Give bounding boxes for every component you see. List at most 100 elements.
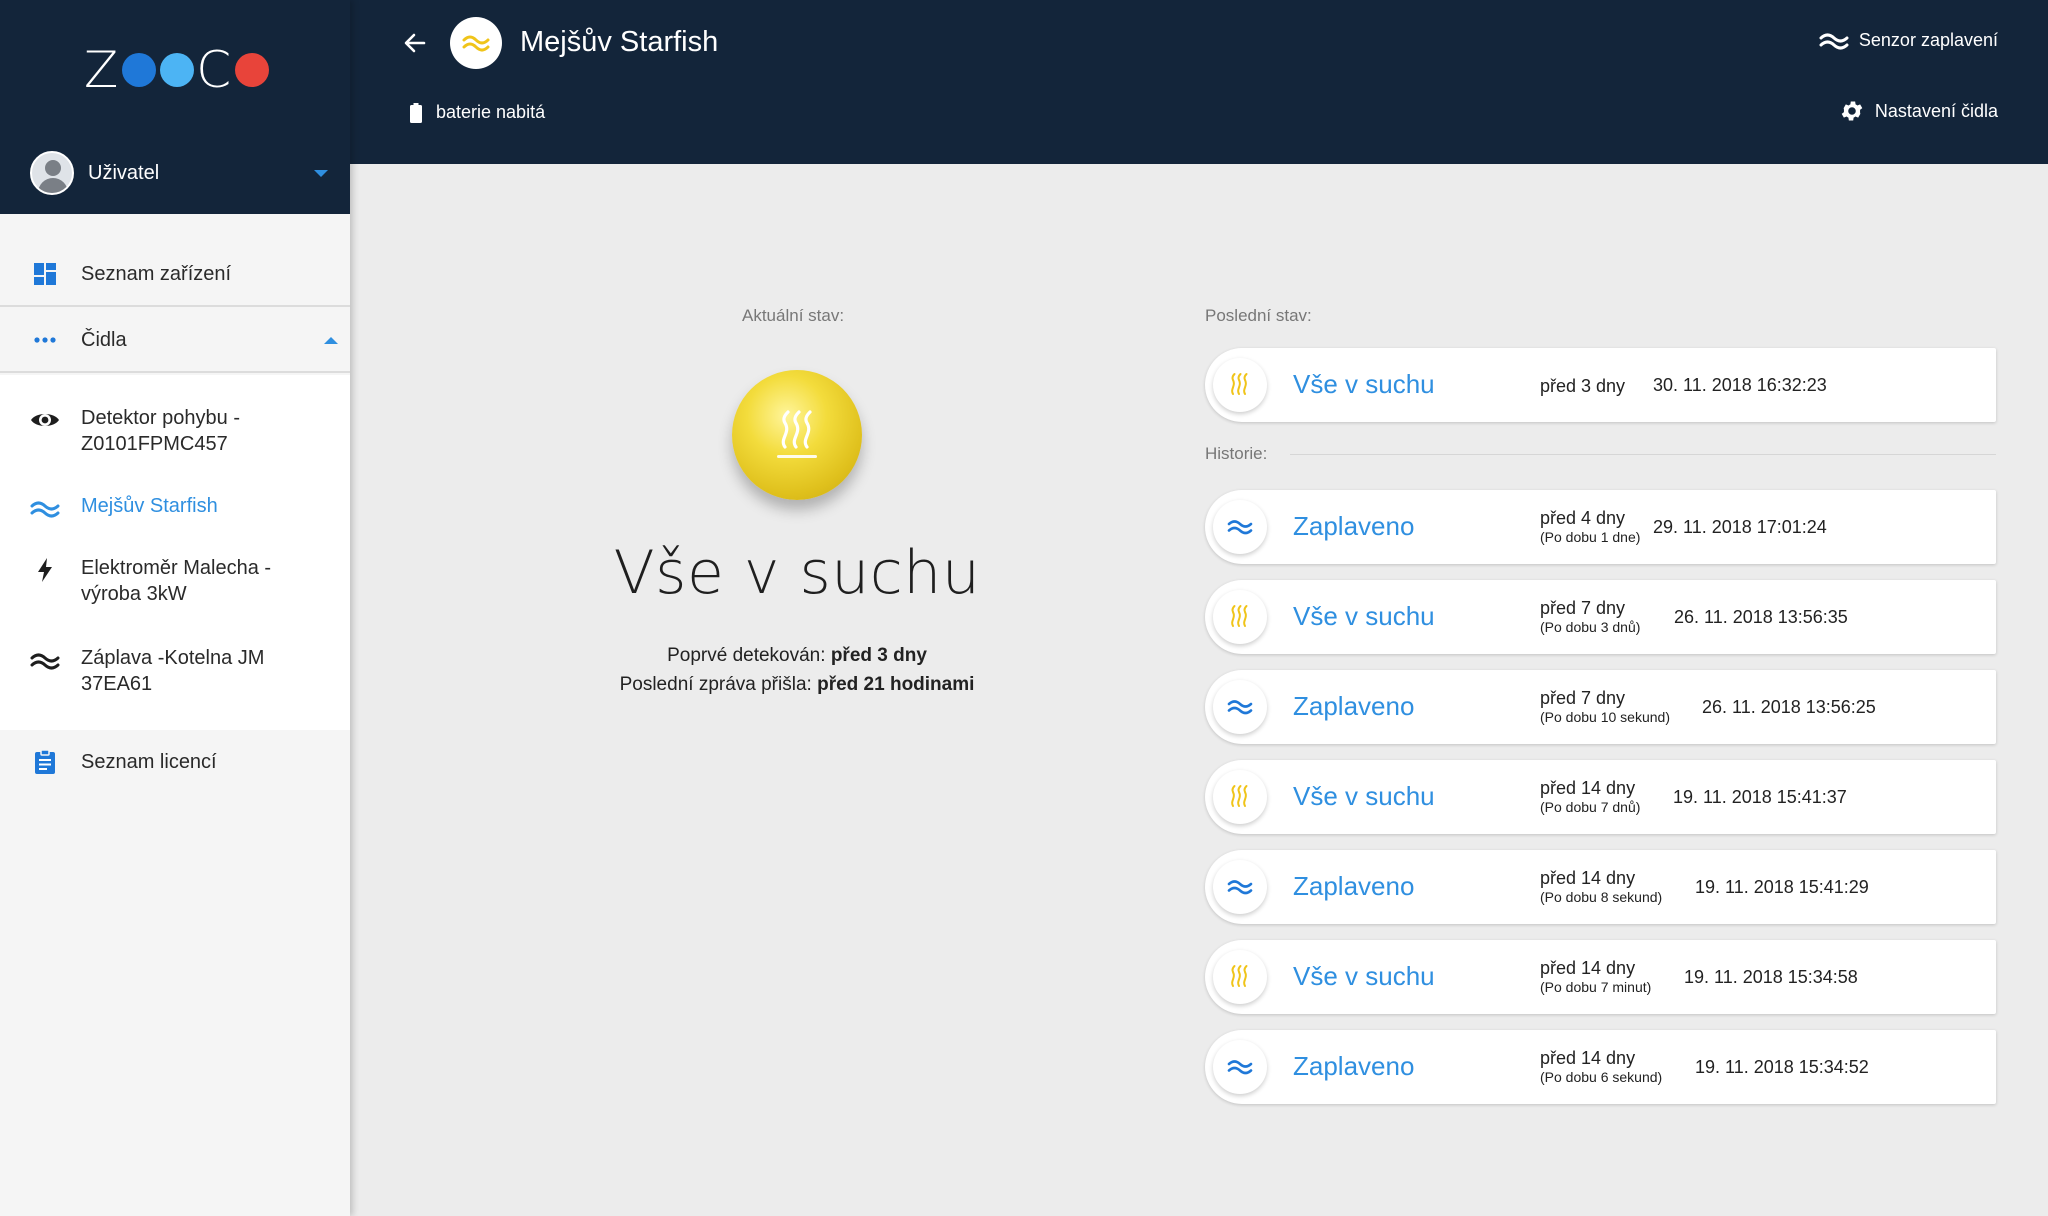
- state-date: 29. 11. 2018 17:01:24: [1653, 517, 1827, 537]
- water-waves-icon: [1227, 1060, 1253, 1075]
- sidebar-item-label: Seznam licencí: [81, 751, 217, 773]
- history-item: Vše v suchu před 14 dny (Po dobu 7 dnů) …: [1205, 760, 1996, 834]
- state-date: 19. 11. 2018 15:34:58: [1684, 967, 1858, 987]
- sidebar-item-devices[interactable]: Seznam zařízení: [0, 243, 350, 307]
- user-menu[interactable]: Uživatel: [30, 150, 340, 196]
- state-text: Zaplaveno: [1293, 691, 1415, 721]
- history-item: Vše v suchu před 14 dny (Po dobu 7 minut…: [1205, 940, 1996, 1014]
- state-date: 30. 11. 2018 16:32:23: [1653, 375, 1827, 395]
- current-state-label: Aktuální stav:: [742, 306, 845, 325]
- dashboard-icon: [30, 259, 60, 289]
- settings-label: Nastavení čidla: [1874, 100, 1998, 121]
- chevron-down-icon: [314, 169, 328, 177]
- device-avatar: [450, 17, 502, 69]
- state-text: Vše v suchu: [1293, 781, 1435, 811]
- battery-icon: [410, 103, 422, 123]
- eye-icon: [30, 407, 60, 433]
- water-waves-icon: [30, 495, 60, 521]
- state-text: Zaplaveno: [1293, 1051, 1415, 1081]
- state-duration: (Po dobu 6 sekund): [1540, 1069, 1663, 1085]
- state-duration: (Po dobu 7 minut): [1540, 979, 1652, 995]
- sidebar-header: Z C Uživatel: [0, 0, 350, 214]
- lightning-icon: [30, 557, 60, 583]
- water-waves-icon: [1819, 33, 1849, 49]
- sidebar-item-sensors[interactable]: Čidla: [0, 309, 350, 373]
- last-message-label: Poslední zpráva přišla:: [619, 674, 812, 695]
- state-ago: před 3 dny: [1540, 376, 1626, 396]
- state-ago: před 14 dny: [1540, 958, 1636, 978]
- gear-icon: [1841, 101, 1863, 121]
- dry-steam-icon: [1231, 605, 1248, 627]
- water-waves-icon: [462, 35, 490, 52]
- state-ago: před 14 dny: [1540, 778, 1636, 798]
- dry-steam-icon: [777, 410, 817, 458]
- sidebar: Z C Uživatel Seznam zařízení Čidla Detek…: [0, 0, 350, 1216]
- state-date: 19. 11. 2018 15:34:52: [1695, 1057, 1869, 1077]
- sidebar-item-label: Záplava -Kotelna JM 37EA61: [81, 647, 265, 695]
- state-date: 19. 11. 2018 15:41:29: [1695, 877, 1869, 897]
- state-ago: před 4 dny: [1540, 508, 1626, 528]
- sidebar-item-mejsuv-starfish[interactable]: Mejšův Starfish: [0, 493, 350, 523]
- water-waves-icon: [1227, 880, 1253, 895]
- history-item: Vše v suchu před 7 dny (Po dobu 3 dnů) 2…: [1205, 580, 1996, 654]
- sidebar-item-motion-detector[interactable]: Detektor pohybu - Z0101FPMC457: [0, 405, 350, 461]
- first-detected-value: před 3 dny: [830, 645, 927, 666]
- state-icon-circle: [1213, 770, 1267, 824]
- back-arrow-icon[interactable]: [400, 28, 430, 58]
- first-detected: Poprvé detekován: před 3 dny: [560, 645, 1034, 667]
- last-state-card: Vše v suchu před 3 dny 30. 11. 2018 16:3…: [1205, 348, 1996, 422]
- state-icon-circle: [1213, 1040, 1267, 1094]
- last-state-label: Poslední stav:: [1205, 306, 1312, 325]
- last-message: Poslední zpráva přišla: před 21 hodinami: [560, 674, 1034, 696]
- logo-dot-red: [235, 53, 270, 87]
- sidebar-item-flood-boiler-room[interactable]: Záplava -Kotelna JM 37EA61: [0, 645, 350, 701]
- zooco-logo[interactable]: Z C: [84, 45, 270, 95]
- current-state: Vše v suchu: [613, 538, 981, 608]
- state-date: 26. 11. 2018 13:56:25: [1702, 697, 1876, 717]
- state-ago: před 7 dny: [1540, 688, 1626, 708]
- sensor-type-label: Senzor zaplavení: [1858, 30, 1998, 50]
- state-text: Vše v suchu: [1293, 601, 1435, 631]
- state-icon-circle: [1213, 590, 1267, 644]
- history-item: Zaplaveno před 14 dny (Po dobu 6 sekund)…: [1205, 1030, 1996, 1104]
- sensors-submenu: Detektor pohybu - Z0101FPMC457 Mejšův St…: [0, 375, 350, 730]
- user-name: Uživatel: [88, 161, 160, 184]
- history-divider: [1290, 454, 1996, 455]
- state-text: Zaplaveno: [1293, 511, 1415, 541]
- state-icon-circle: [1213, 860, 1267, 914]
- battery-status: baterie nabitá: [436, 102, 546, 122]
- state-duration: (Po dobu 8 sekund): [1540, 889, 1663, 905]
- top-header: Mejšův Starfish baterie nabitá Senzor za…: [350, 0, 2048, 164]
- sidebar-item-label: Čidla: [81, 329, 127, 351]
- sidebar-item-electricity-meter[interactable]: Elektroměr Malecha - výroba 3kW: [0, 555, 350, 611]
- water-waves-icon: [1227, 700, 1253, 715]
- last-message-value: před 21 hodinami: [817, 674, 975, 695]
- clipboard-icon: [30, 747, 60, 777]
- avatar: [30, 151, 74, 195]
- history-item: Zaplaveno před 4 dny (Po dobu 1 dne) 29.…: [1205, 490, 1996, 564]
- state-ago: před 14 dny: [1540, 868, 1636, 888]
- state-text: Vše v suchu: [1293, 961, 1435, 991]
- state-date: 19. 11. 2018 15:41:37: [1673, 787, 1847, 807]
- logo-dot-lightblue: [160, 53, 195, 87]
- dry-status-ball: [732, 370, 862, 500]
- sidebar-item-licenses[interactable]: Seznam licencí: [0, 730, 350, 794]
- dry-steam-icon: [1231, 965, 1248, 987]
- dry-steam-icon: [1231, 373, 1248, 395]
- history-item: Zaplaveno před 14 dny (Po dobu 8 sekund)…: [1205, 850, 1996, 924]
- page-title: Mejšův Starfish: [520, 26, 719, 58]
- sensor-settings-button[interactable]: Nastavení čidla: [1839, 98, 1998, 124]
- sensor-type: Senzor zaplavení: [1819, 30, 1998, 51]
- history-item: Zaplaveno před 7 dny (Po dobu 10 sekund)…: [1205, 670, 1996, 744]
- state-duration: (Po dobu 10 sekund): [1540, 709, 1670, 725]
- sidebar-item-label: Elektroměr Malecha - výroba 3kW: [81, 557, 272, 605]
- state-icon-circle: [1213, 358, 1267, 412]
- state-duration: (Po dobu 1 dne): [1540, 529, 1641, 545]
- more-dots-icon: [30, 325, 60, 355]
- history-label: Historie:: [1205, 444, 1268, 463]
- water-waves-icon: [1227, 520, 1253, 535]
- chevron-up-icon[interactable]: [324, 336, 338, 344]
- state-duration: (Po dobu 3 dnů): [1540, 619, 1641, 635]
- state-icon-circle: [1213, 500, 1267, 554]
- state-date: 26. 11. 2018 13:56:35: [1674, 607, 1848, 627]
